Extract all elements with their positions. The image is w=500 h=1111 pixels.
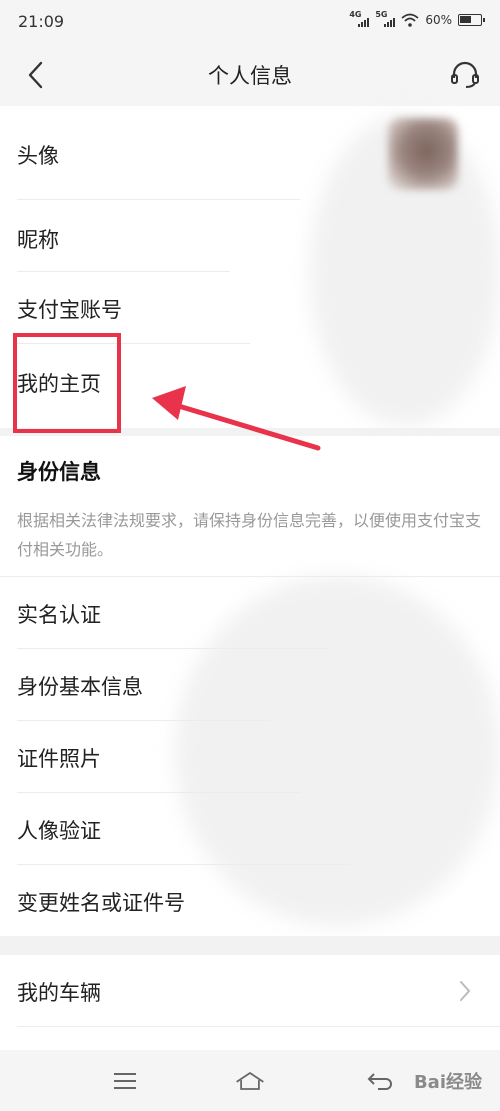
signal-5g-icon: 5G xyxy=(375,10,396,27)
chevron-right-icon xyxy=(460,981,471,1001)
row-face-verification[interactable]: 人像验证 xyxy=(0,793,500,865)
page-title: 个人信息 xyxy=(208,64,292,88)
back-nav-button[interactable] xyxy=(364,1066,396,1096)
identity-section-title: 身份信息 xyxy=(17,460,101,484)
wifi-icon xyxy=(401,13,419,27)
highlight-box xyxy=(13,333,121,433)
row-real-name-auth[interactable]: 实名认证 xyxy=(0,577,500,649)
status-bar: 21:09 4G 5G 60% xyxy=(0,0,500,44)
row-identity-basic-info[interactable]: 身份基本信息 xyxy=(0,649,500,721)
system-navigation-bar: Bai经验 xyxy=(0,1050,500,1111)
menu-icon xyxy=(114,1073,136,1089)
home-icon xyxy=(236,1072,264,1090)
watermark-logo: Bai经验 xyxy=(413,1072,482,1093)
headset-icon xyxy=(451,61,479,88)
status-indicators: 4G 5G 60% xyxy=(349,10,485,27)
home-button[interactable] xyxy=(234,1066,266,1096)
status-time: 21:09 xyxy=(18,12,65,31)
row-my-vehicles[interactable]: 我的车辆 xyxy=(0,955,500,1027)
row-change-name-or-id[interactable]: 变更姓名或证件号 xyxy=(0,865,500,937)
identity-section-description: 根据相关法律法规要求，请保持身份信息完善，以便使用支付宝支付相关功能。 xyxy=(17,511,482,559)
return-icon xyxy=(367,1073,392,1090)
row-id-photos[interactable]: 证件照片 xyxy=(0,721,500,793)
signal-4g-icon: 4G xyxy=(349,10,370,27)
battery-icon xyxy=(458,14,485,26)
row-avatar[interactable]: 头像 xyxy=(0,106,500,200)
battery-percent: 60% xyxy=(425,13,452,27)
navigation-bar: 个人信息 xyxy=(0,44,500,106)
customer-service-button[interactable] xyxy=(448,58,482,92)
menu-button[interactable] xyxy=(109,1066,141,1096)
row-nickname[interactable]: 昵称 xyxy=(0,200,500,272)
